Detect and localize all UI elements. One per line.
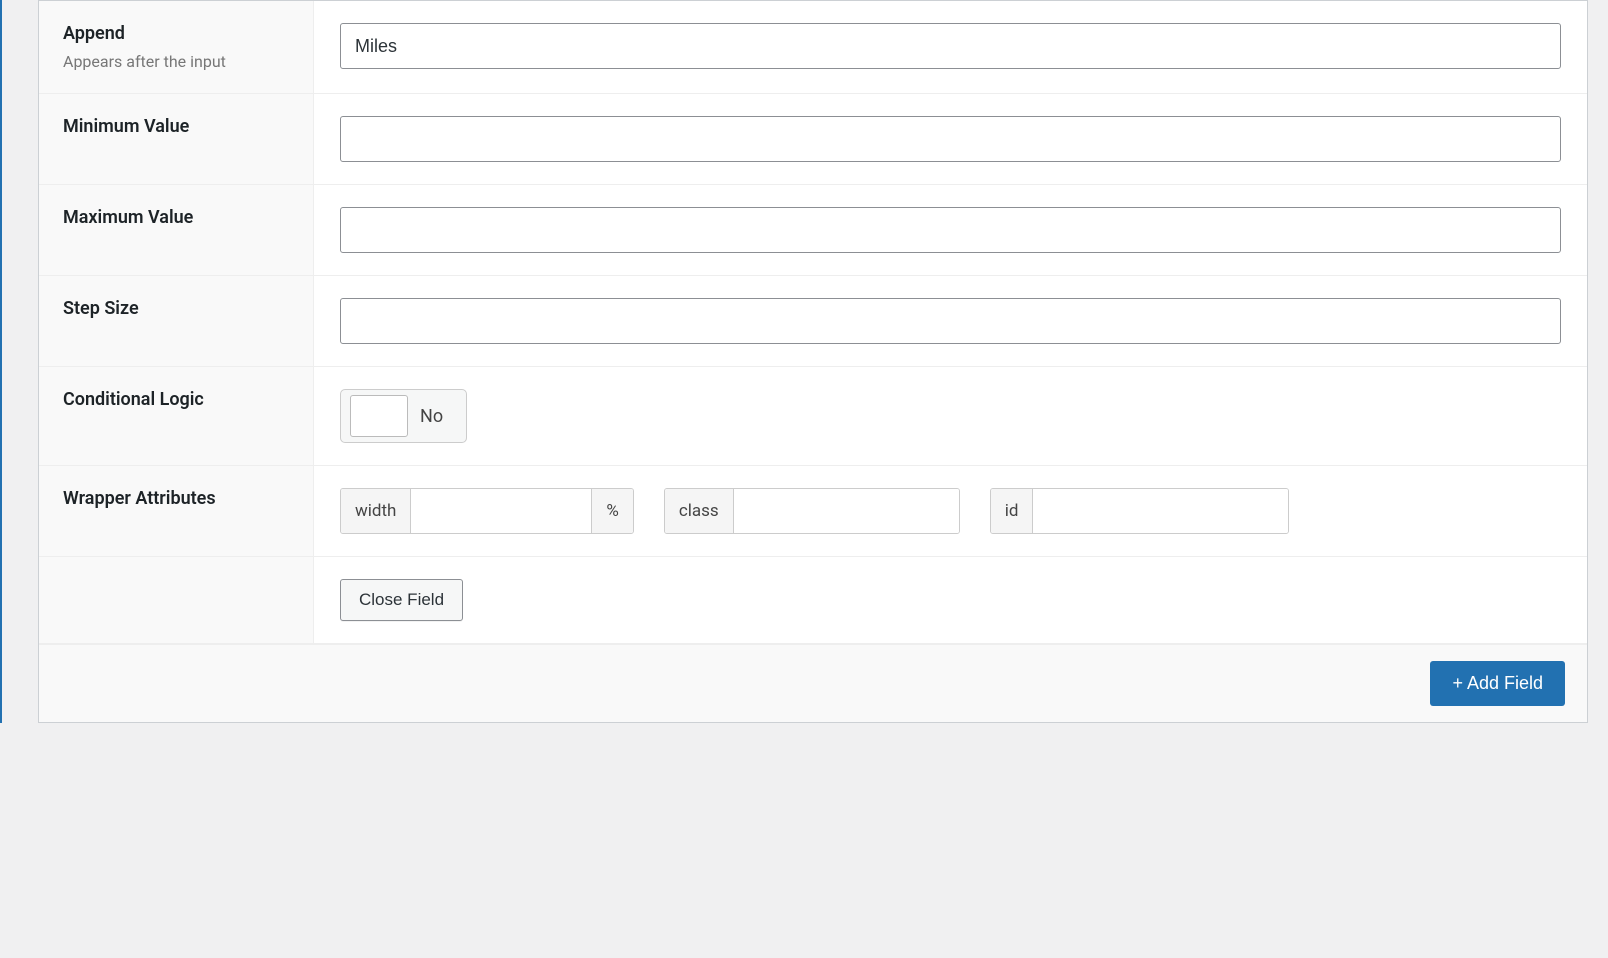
conditional-logic-toggle[interactable] <box>350 395 408 437</box>
close-label-col <box>39 557 314 643</box>
row-step-size: Step Size <box>39 276 1587 367</box>
wrapper-id-input[interactable] <box>1033 489 1288 533</box>
min-title: Minimum Value <box>63 116 289 137</box>
conditional-toggle-wrap: No <box>340 389 467 443</box>
wrapper-width-input[interactable] <box>411 489 591 533</box>
wrapper-width-suffix: % <box>591 489 632 533</box>
row-wrapper-attributes: Wrapper Attributes width % class id <box>39 466 1587 557</box>
minimum-value-input[interactable] <box>340 116 1561 162</box>
max-input-col <box>314 185 1587 275</box>
wrapper-title: Wrapper Attributes <box>63 488 289 509</box>
wrapper-class-label: class <box>665 489 734 533</box>
row-minimum-value: Minimum Value <box>39 94 1587 185</box>
append-input-col <box>314 1 1587 93</box>
append-label-col: Append Appears after the input <box>39 1 314 93</box>
panel-footer: + Add Field <box>39 644 1587 722</box>
step-size-input[interactable] <box>340 298 1561 344</box>
conditional-title: Conditional Logic <box>63 389 289 410</box>
min-input-col <box>314 94 1587 184</box>
step-input-col <box>314 276 1587 366</box>
close-field-button[interactable]: Close Field <box>340 579 463 621</box>
append-input[interactable] <box>340 23 1561 69</box>
close-input-col: Close Field <box>314 557 1587 643</box>
max-label-col: Maximum Value <box>39 185 314 275</box>
wrapper-input-col: width % class id <box>314 466 1587 556</box>
wrapper-width-group: width % <box>340 488 634 534</box>
max-title: Maximum Value <box>63 207 289 228</box>
wrapper-class-group: class <box>664 488 960 534</box>
wrapper-id-label: id <box>991 489 1034 533</box>
row-maximum-value: Maximum Value <box>39 185 1587 276</box>
add-field-button[interactable]: + Add Field <box>1430 661 1565 706</box>
wrapper-label-col: Wrapper Attributes <box>39 466 314 556</box>
min-label-col: Minimum Value <box>39 94 314 184</box>
wrapper-id-group: id <box>990 488 1290 534</box>
row-close-field: Close Field <box>39 557 1587 644</box>
conditional-input-col: No <box>314 367 1587 465</box>
row-conditional-logic: Conditional Logic No <box>39 367 1587 466</box>
row-append: Append Appears after the input <box>39 1 1587 94</box>
wrapper-width-label: width <box>341 489 411 533</box>
wrapper-class-input[interactable] <box>734 489 959 533</box>
conditional-label-col: Conditional Logic <box>39 367 314 465</box>
maximum-value-input[interactable] <box>340 207 1561 253</box>
conditional-toggle-label: No <box>408 406 457 427</box>
step-label-col: Step Size <box>39 276 314 366</box>
step-title: Step Size <box>63 298 289 319</box>
append-title: Append <box>63 23 289 44</box>
field-settings-panel: Append Appears after the input Minimum V… <box>38 0 1588 723</box>
append-description: Appears after the input <box>63 52 289 71</box>
